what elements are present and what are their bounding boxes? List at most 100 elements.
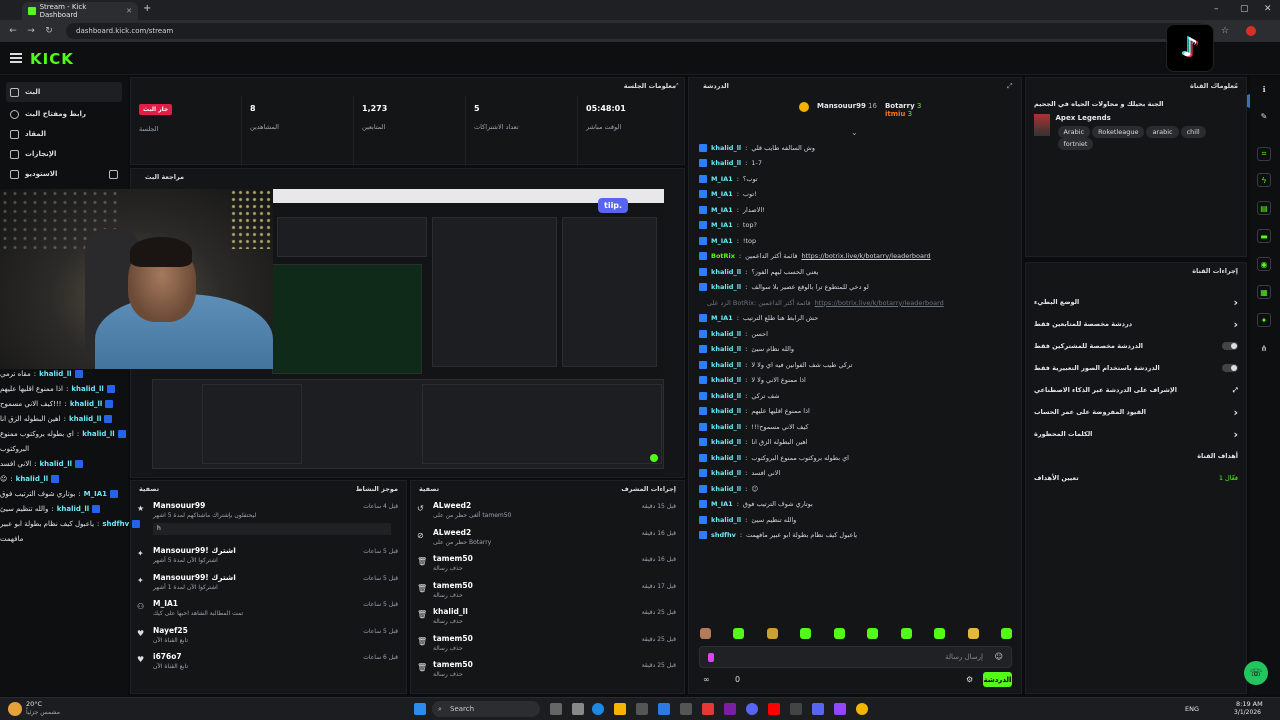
store-icon[interactable]	[658, 703, 670, 715]
external-link-icon[interactable]: ⤢	[1233, 386, 1238, 395]
chevron-right-icon[interactable]: ›	[1233, 428, 1238, 441]
expand-icon[interactable]: ⤢	[1232, 82, 1238, 91]
app-icon[interactable]	[790, 703, 802, 715]
clock-time[interactable]: 8:19 AM	[1236, 700, 1263, 708]
edge-icon[interactable]	[592, 703, 604, 715]
info-icon[interactable]: ℹ	[1257, 82, 1271, 96]
toggle-switch[interactable]	[1222, 364, 1238, 372]
app-icon[interactable]	[724, 703, 736, 715]
chat-username[interactable]: khalid_ll	[711, 345, 741, 353]
leader-name[interactable]: Mansouur99	[817, 102, 866, 110]
chat-username[interactable]: khalid_ll	[711, 330, 741, 338]
chevron-down-icon[interactable]: ⌄	[851, 128, 858, 137]
overlay-chat-user[interactable]: khalid_ll	[40, 460, 72, 468]
chevron-right-icon[interactable]: ›	[1233, 296, 1238, 309]
back-icon[interactable]: ←	[8, 26, 18, 36]
emote-icon[interactable]	[700, 628, 711, 639]
youtube-icon[interactable]	[768, 703, 780, 715]
overlay-chat-user[interactable]: khalid_ll	[39, 370, 71, 378]
clock-date[interactable]: 3/1/2026	[1234, 709, 1261, 716]
tab-close-icon[interactable]: ✕	[126, 7, 132, 15]
category-name[interactable]: Apex Legends	[1056, 114, 1238, 122]
channel-action-row[interactable]: القيود المفروضة على عمر الحساب ›	[1026, 401, 1246, 423]
task-view-icon[interactable]	[550, 703, 562, 715]
bolt-icon[interactable]: ϟ	[1257, 173, 1271, 187]
chat-username[interactable]: khalid_ll	[711, 516, 741, 524]
chat-username[interactable]: M_IA1	[711, 175, 733, 183]
discord-icon[interactable]	[746, 703, 758, 715]
feed-row[interactable]: 🗑 tamem50 حذف رسالة قبل 25 دقيقة	[411, 656, 684, 683]
tag-chip[interactable]: arabic	[1146, 126, 1179, 138]
chevron-right-icon[interactable]: ›	[1233, 318, 1238, 331]
bookmark-star-icon[interactable]: ☆	[1220, 26, 1230, 36]
tag-chip[interactable]: fortniet	[1057, 138, 1094, 150]
chat-username[interactable]: khalid_ll	[711, 144, 741, 152]
weather-icon[interactable]	[8, 702, 22, 716]
chat-link[interactable]: https://botrix.live/k/botarry/leaderboar…	[801, 252, 930, 260]
feed-row-name[interactable]: M_IA1	[153, 599, 243, 608]
folder-icon[interactable]	[614, 703, 626, 715]
emote-icon[interactable]	[934, 628, 946, 639]
feed-row-name[interactable]: Nayef25	[153, 626, 188, 635]
emote-icon[interactable]	[1000, 628, 1012, 639]
browser-tab[interactable]: Stream - Kick Dashboard ✕	[22, 2, 138, 20]
edit-icon[interactable]: ✎	[1257, 109, 1271, 123]
sidebar-item-stream[interactable]: البث	[6, 82, 122, 102]
expand-icon[interactable]: ⤢	[673, 82, 679, 91]
minimize-button[interactable]: –	[1214, 4, 1219, 14]
overlay-chat-user[interactable]: khalid_ll	[69, 415, 101, 423]
channel-action-row[interactable]: دردشة مخصصة للمتابعين فقط ›	[1026, 313, 1246, 335]
feed-row[interactable]: 🗑 tamem50 حذف رسالة قبل 25 دقيقة	[411, 630, 684, 657]
feed-row-name[interactable]: tamem50	[433, 581, 473, 590]
feed-row[interactable]: 🗑 tamem50 حذف رسالة قبل 17 دقيقة	[411, 577, 684, 604]
twitch-icon[interactable]	[834, 703, 846, 715]
chat-username[interactable]: M_IA1	[711, 206, 733, 214]
chat-users-icon[interactable]: ∞	[703, 675, 710, 684]
tag-chip[interactable]: Roketleague	[1092, 126, 1145, 138]
category-thumbnail[interactable]	[1034, 114, 1050, 136]
collapse-icon[interactable]	[109, 169, 118, 179]
profile-icon[interactable]	[1246, 26, 1256, 36]
feed-row-name[interactable]: Mansouur99! اشترك	[153, 546, 236, 555]
chrome-icon[interactable]	[856, 703, 868, 715]
chat-username[interactable]: khalid_ll	[711, 469, 741, 477]
feed-row[interactable]: ✦ Mansouur99! اشترك اشتركوا الآن لمدة 1 أش…	[131, 569, 406, 596]
kick-logo[interactable]: KICK	[30, 50, 74, 68]
feed-row[interactable]: 🗑 tamem50 حذف رسالة قبل 16 دقيقة	[411, 550, 684, 577]
windows-start-icon[interactable]	[414, 703, 426, 715]
chat-username[interactable]: M_IA1	[711, 190, 733, 198]
feed-row[interactable]: ⊘ ALweed2 حظر من على Botarry قبل 16 دقيقة	[411, 524, 684, 551]
language-indicator[interactable]: ENG	[1185, 705, 1199, 713]
app-icon[interactable]	[636, 703, 648, 715]
chat-username[interactable]: M_IA1	[711, 221, 733, 229]
emote-icon[interactable]	[867, 628, 879, 639]
expand-icon[interactable]: ⤢	[1232, 267, 1238, 276]
overlay-chat-user[interactable]: khalid_ll	[82, 430, 114, 438]
channel-action-row[interactable]: الإشراف على الدردشة عبر الذكاء الاصطناعي…	[1026, 379, 1246, 401]
expand-icon[interactable]: ⤢	[1007, 82, 1013, 91]
overlay-chat-user[interactable]: shdfhv	[102, 520, 129, 528]
wrench-icon[interactable]: ✦	[1257, 313, 1271, 327]
emote-icon[interactable]	[900, 628, 912, 639]
overlay-chat-user[interactable]: khalid_ll	[57, 505, 89, 513]
chat-username[interactable]: khalid_ll	[711, 159, 741, 167]
feed-row-name[interactable]: tamem50	[433, 660, 473, 669]
feed-row-name[interactable]: khalid_ll	[433, 607, 468, 616]
chat-username[interactable]: khalid_ll	[711, 407, 741, 415]
feed-row[interactable]: ★ Mansouur99 ليحتفلون بإشتراك ماشتاكهم لمد…	[131, 497, 406, 542]
chat-username[interactable]: BotRix	[711, 252, 735, 260]
chat-username[interactable]: khalid_ll	[711, 438, 741, 446]
feed-row-name[interactable]: tamem50	[433, 554, 473, 563]
close-window-button[interactable]: ✕	[1264, 4, 1272, 14]
document-icon[interactable]: ▤	[1257, 201, 1271, 215]
reload-icon[interactable]: ↻	[44, 26, 54, 36]
chat-username[interactable]: M_IA1	[711, 314, 733, 322]
overlay-chat-user[interactable]: khalid_ll	[70, 400, 102, 408]
leader-name[interactable]: itmiu	[885, 110, 905, 118]
feed-row[interactable]: 🗑 khalid_ll حذف رسالة قبل 25 دقيقة	[411, 603, 684, 630]
url-input[interactable]: dashboard.kick.com/stream	[66, 23, 1206, 39]
chat-username[interactable]: khalid_ll	[711, 423, 741, 431]
feed-row-name[interactable]: ALweed2	[433, 528, 491, 537]
chat-username[interactable]: khalid_ll	[711, 376, 741, 384]
toggle-switch[interactable]	[1222, 342, 1238, 350]
